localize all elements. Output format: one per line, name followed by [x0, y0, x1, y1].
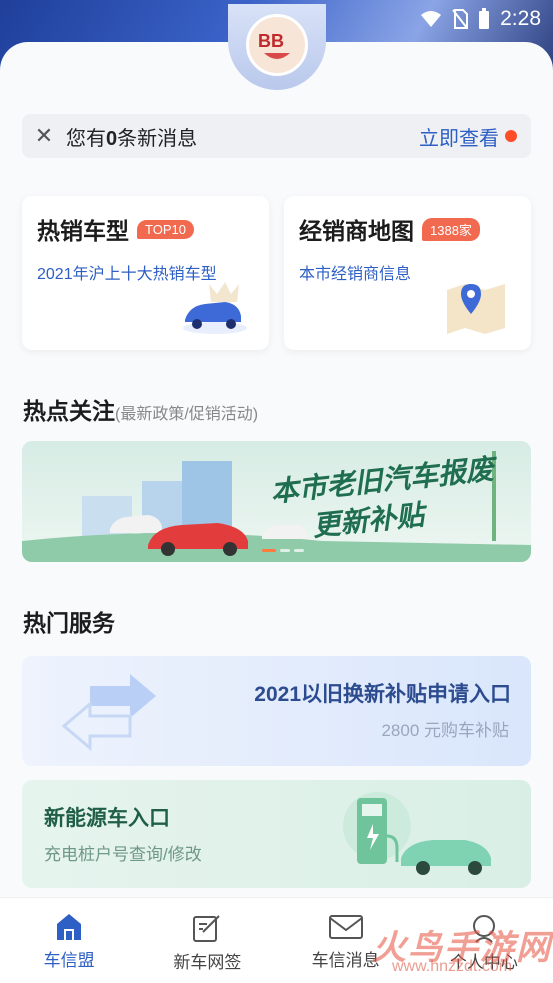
pager-dot [280, 549, 290, 552]
hot-focus-hint: (最新政策/促销活动) [115, 406, 259, 423]
hot-services-title: 热门服务 [23, 610, 115, 636]
close-icon[interactable]: ✕ [22, 123, 66, 149]
unread-dot [505, 130, 517, 142]
status-time: 2:28 [500, 7, 541, 30]
tab-new-car-signing[interactable]: 新车网签 [138, 898, 276, 983]
card-badge: 1388家 [422, 217, 480, 241]
trade-in-subsidy-entry[interactable]: 2021以旧换新补贴申请入口 2800 元购车补贴 [22, 656, 531, 766]
service-title: 新能源车入口 [44, 807, 170, 830]
status-icons: 2:28 [420, 7, 541, 31]
notification-text: 您有0条新消息 [66, 127, 198, 150]
tab-label: 车信消息 [311, 951, 380, 970]
card-badge: TOP10 [137, 219, 194, 239]
logo-mascot-icon: BB [246, 14, 308, 76]
wifi-icon [421, 11, 442, 27]
service-title: 2021以旧换新补贴申请入口 [254, 683, 511, 706]
hot-focus-title: 热点关注(最新政策/促销活动) [23, 398, 259, 424]
tab-label: 新车网签 [173, 953, 242, 972]
exchange-arrows-icon [61, 674, 156, 752]
watermark-url: www.hnzzdt.com [392, 958, 513, 975]
tab-label: 车信盟 [43, 951, 95, 970]
dealer-map-card[interactable]: 经销商地图 1388家 本市经销商信息 [284, 196, 531, 350]
view-now-link[interactable]: 立即查看 [419, 122, 499, 151]
battery-icon [479, 8, 490, 29]
service-subtitle: 充电桩户号查询/修改 [44, 845, 202, 864]
pager-dot [262, 549, 276, 552]
card-title: 经销商地图 [299, 218, 414, 244]
map-pin-icon [447, 284, 505, 334]
car-crown-icon [183, 282, 247, 334]
edit-icon [193, 915, 221, 942]
hot-cars-card[interactable]: 热销车型 TOP10 2021年沪上十大热销车型 [22, 196, 269, 350]
service-subtitle: 2800 元购车补贴 [381, 721, 509, 740]
card-title: 热销车型 [37, 218, 129, 244]
banner-pager [262, 549, 304, 552]
charging-station-icon [343, 792, 491, 875]
notification-bar: ✕ 您有0条新消息 立即查看 [22, 114, 531, 158]
no-sim-icon [452, 9, 469, 29]
promo-banner[interactable]: 本市老旧汽车报废 更新补贴 [22, 441, 531, 562]
message-count: 0 [106, 127, 118, 150]
pager-dot [294, 549, 304, 552]
new-energy-entry[interactable]: 新能源车入口 充电桩户号查询/修改 [22, 780, 531, 888]
tab-home[interactable]: 车信盟 [0, 898, 138, 983]
svg-text:BB: BB [258, 31, 284, 51]
mail-icon [328, 915, 363, 939]
home-icon [57, 914, 82, 940]
